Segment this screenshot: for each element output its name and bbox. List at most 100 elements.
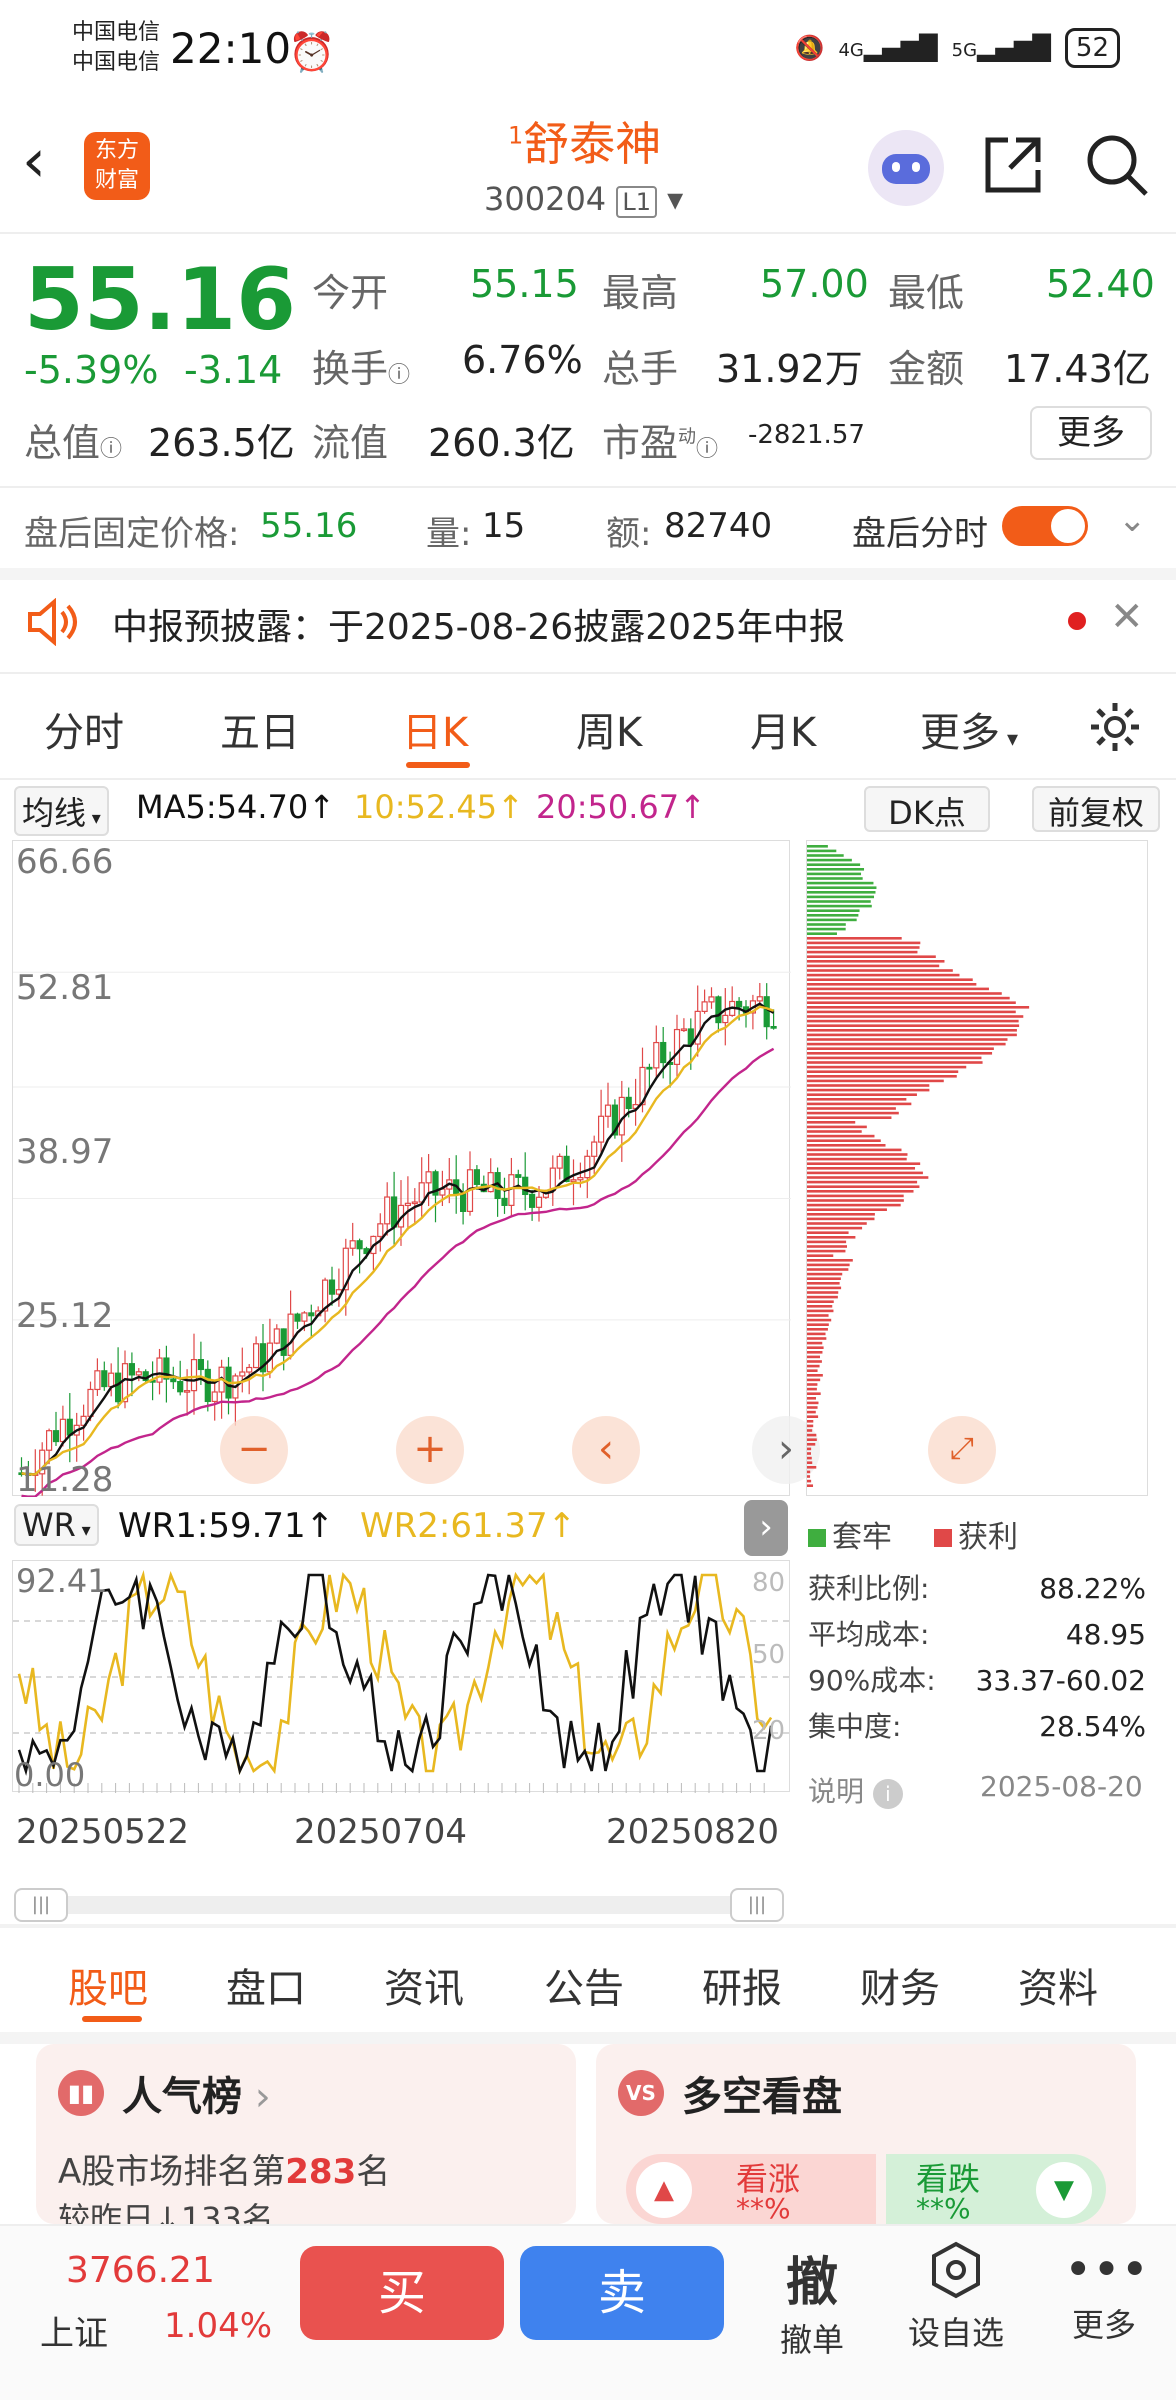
share-icon[interactable] [982,134,1044,196]
zoom-out-button[interactable]: − [220,1416,288,1484]
chip-bar [807,1153,908,1156]
candle-body [287,1313,294,1356]
candle-body [556,1155,563,1169]
chip-bar [807,955,936,958]
wr2-value: WR2:61.37↑ [360,1506,577,1546]
cancel-order-button[interactable]: 撤撤单 [772,2240,852,2361]
chip-bar [807,914,859,917]
range-handle-right[interactable]: ||| [730,1888,784,1922]
range-handle-left[interactable]: ||| [14,1888,68,1922]
chip-bar [807,1111,899,1115]
price-axis-3: 38.97 [16,1132,114,1172]
tab-intraday[interactable]: 分时 [44,700,124,758]
candle-body [246,1366,253,1373]
chip-bar [807,1213,875,1216]
chip-bar [807,1484,814,1487]
candle-body [708,996,715,1003]
chip-bar [807,978,973,981]
tab-announcements[interactable]: 公告 [544,1956,624,2014]
index-value[interactable]: 3766.21 [66,2250,215,2291]
chip-info-link[interactable]: 说明 i [808,1770,903,1810]
afterhours-vol: 15 [482,506,526,546]
bull-button[interactable]: ▲ 看涨 **% [626,2154,876,2225]
chip-bar [807,1406,818,1409]
indicator-selector[interactable]: WR ▾ [14,1504,99,1546]
chip-bar [807,1369,818,1372]
tab-guba[interactable]: 股吧 [68,1956,148,2014]
eastmoney-logo: 东方 财富 [84,132,150,200]
chip-bar [807,1102,912,1106]
date-start: 20250522 [16,1812,190,1852]
chip-bar [807,1424,814,1428]
chip-bar [807,1447,812,1451]
chip-bar [807,1346,824,1349]
zoom-in-button[interactable]: + [396,1416,464,1484]
candle-body [128,1363,136,1376]
candle-body [515,1174,522,1178]
scroll-left-button[interactable]: ‹ [572,1416,640,1484]
buy-button[interactable]: 买 [300,2246,504,2340]
chip-bar [807,1374,823,1377]
candle-body [204,1368,211,1403]
low-value: 52.40 [1046,262,1155,306]
candle-body [653,1041,660,1069]
chip-bar [807,923,846,926]
date-mid: 20250704 [294,1812,468,1852]
notice-text[interactable]: 中报预披露：于2025-08-26披露2025年中报 [112,598,845,650]
chip-bar [807,983,977,986]
candle-body [177,1380,184,1393]
tab-five-day[interactable]: 五日 [220,700,300,758]
candle-body [156,1357,163,1383]
candle-body [190,1359,198,1392]
chip-bar [807,1226,863,1230]
range-scrollbar[interactable] [14,1896,784,1914]
legend-loss: 套牢 [808,1512,892,1556]
ma-selector[interactable]: 均线 ▾ [14,786,109,836]
tab-pankou[interactable]: 盘口 [226,1956,306,2014]
chip-bar [807,904,872,908]
chip-bar [807,1185,920,1188]
ai-assistant-icon[interactable] [868,130,944,206]
chip-bar [807,1479,812,1483]
search-icon[interactable] [1084,132,1150,198]
adjust-selector[interactable]: 前复权 [1032,786,1160,832]
tab-research[interactable]: 研报 [702,1956,782,2014]
dk-point-selector[interactable]: DK点 [864,786,990,832]
change-pct: -5.39% [24,348,159,392]
bull-bear-card[interactable]: VS 多空看盘 ▲ 看涨 **% 看跌 **% ▼ [596,2044,1136,2225]
close-icon[interactable]: ✕ [1110,594,1144,640]
tab-finance[interactable]: 财务 [860,1956,940,2014]
popularity-title: 人气榜 › [122,2074,271,2120]
chip-bar [807,1033,1017,1037]
chip-bar [807,1056,982,1060]
add-watchlist-button[interactable]: 设自选 [906,2240,1006,2354]
more-button[interactable]: 更多 [1030,406,1152,460]
popularity-card[interactable]: ▮▮ 人气榜 › A股市场排名第283名 较昨日↓133名 [36,2044,576,2224]
bear-button[interactable]: 看跌 **% ▼ [886,2154,1106,2225]
afterhours-toggle[interactable] [1002,506,1088,546]
kline-chart[interactable] [12,840,791,1498]
tab-news[interactable]: 资讯 [384,1956,464,2014]
tab-weekly-k[interactable]: 周K [576,700,642,758]
afterhours-amt-label: 额: [606,514,652,554]
tab-monthly-k[interactable]: 月K [750,700,816,758]
tab-profile[interactable]: 资料 [1018,1956,1098,2014]
chip-bar [807,1157,907,1161]
popularity-icon: ▮▮ [58,2070,104,2116]
more-menu-button[interactable]: ••• 更多 [1064,2240,1149,2346]
candle-body [356,1240,363,1250]
back-icon[interactable]: ‹ [22,126,46,196]
chip-bar [807,1203,901,1207]
gear-icon[interactable] [1088,700,1142,754]
chip-bar [807,858,852,862]
sell-button[interactable]: 卖 [520,2246,724,2340]
chevron-down-icon[interactable]: ⌄ [1118,500,1147,540]
wr-axis-top: 92.41 [16,1562,108,1600]
expand-panel-button[interactable]: › [744,1500,788,1556]
chip-bar [807,1116,892,1119]
tab-daily-k[interactable]: 日K [402,700,468,758]
mute-icon: 🔕 [794,34,825,62]
candle-body [301,1312,308,1322]
tab-more[interactable]: 更多 ▾ [920,700,1018,758]
chip-bar [807,1259,853,1262]
